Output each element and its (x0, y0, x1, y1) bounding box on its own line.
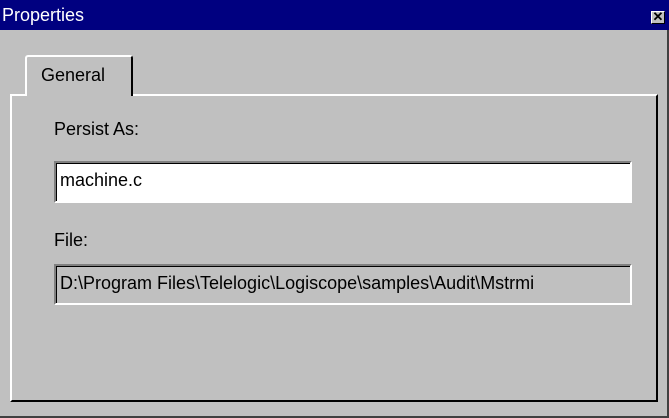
tab-general[interactable]: General (25, 55, 133, 96)
tab-general-label: General (41, 65, 106, 85)
window-title: Properties (2, 5, 85, 25)
persist-as-label: Persist As: (54, 119, 140, 139)
properties-window: Properties ✕ General Persist As: machine… (0, 0, 669, 418)
persist-as-value: machine.c (56, 163, 630, 201)
file-path-value: D:\Program Files\Telelogic\Logiscope\sam… (56, 266, 630, 303)
persist-as-input[interactable]: machine.c (54, 161, 632, 203)
tab-panel-general: Persist As: machine.c File: D:\Program F… (10, 94, 658, 402)
close-icon: ✕ (652, 9, 664, 24)
title-bar[interactable]: Properties ✕ (0, 0, 669, 30)
close-button[interactable]: ✕ (651, 9, 665, 24)
file-label: File: (54, 230, 89, 250)
file-path-field[interactable]: D:\Program Files\Telelogic\Logiscope\sam… (54, 264, 632, 305)
